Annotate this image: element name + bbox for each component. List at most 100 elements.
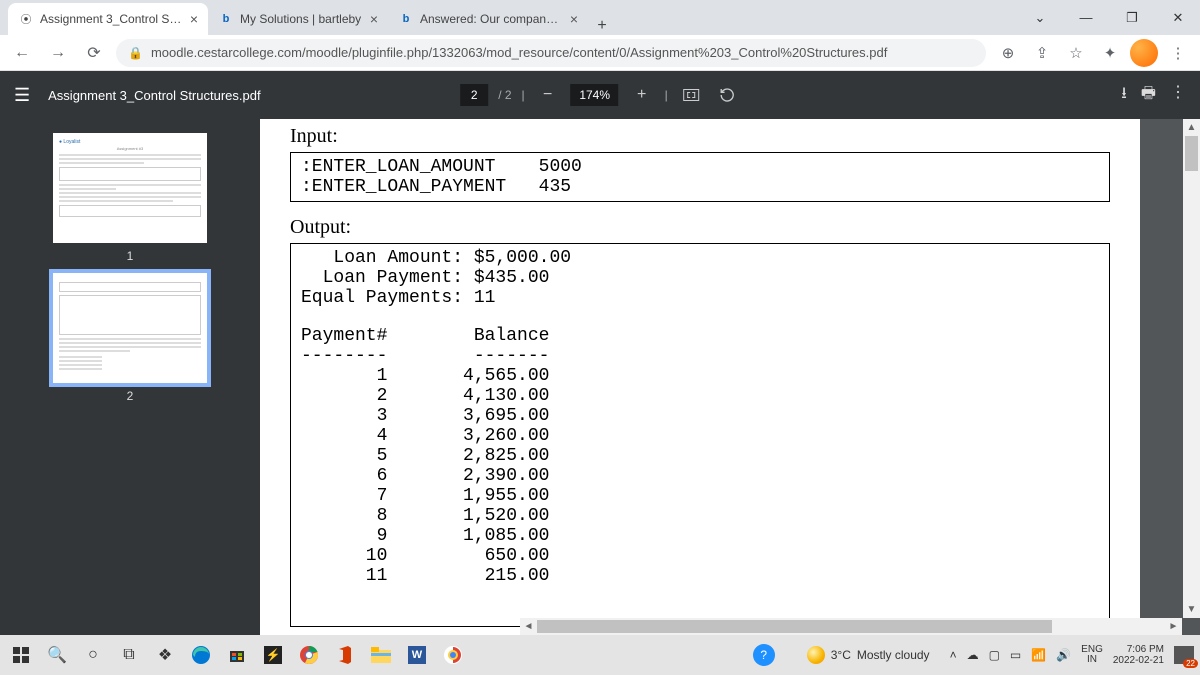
horizontal-scrollbar[interactable]: ◄ ► [520,618,1182,635]
start-button[interactable] [6,640,36,670]
app-icon-2[interactable] [438,640,468,670]
lock-icon: 🔒 [128,46,143,60]
volume-icon[interactable]: 🔊 [1056,648,1071,662]
ms-store-icon[interactable] [222,640,252,670]
scroll-left-icon[interactable]: ◄ [520,621,537,632]
vertical-scrollbar[interactable]: ▲ ▼ [1183,119,1200,618]
scroll-handle[interactable] [1185,136,1198,171]
favicon-generic-icon: ⦿ [18,11,34,27]
sun-icon [807,646,825,664]
pdf-toolbar: ☰ Assignment 3_Control Structures.pdf / … [0,71,1200,119]
close-window-button[interactable]: ✕ [1156,0,1200,35]
close-icon[interactable]: × [190,11,198,27]
profile-avatar[interactable] [1130,39,1158,67]
weather-desc: Mostly cloudy [857,648,930,662]
url-text: moodle.cestarcollege.com/moodle/pluginfi… [151,45,887,60]
fit-page-button[interactable] [678,82,704,108]
onedrive-icon[interactable]: ☁ [967,648,979,662]
thumbnail-number: 2 [0,389,260,403]
tab-assignment[interactable]: ⦿ Assignment 3_Control Structures × [8,3,208,35]
rotate-button[interactable] [714,82,740,108]
close-icon[interactable]: × [370,11,378,27]
system-tray: ˄ ☁ ▢ ▭ 📶 🔊 ENGIN 7:06 PM2022-02-21 22 [950,644,1194,666]
tab-title: Assignment 3_Control Structures [40,12,184,26]
cortana-icon[interactable]: ○ [78,640,108,670]
favicon-b-icon: b [398,11,414,27]
tab-title: My Solutions | bartleby [240,12,364,26]
language-indicator[interactable]: ENGIN [1081,645,1103,665]
maximize-button[interactable]: ❐ [1110,0,1154,35]
document-title: Assignment 3_Control Structures.pdf [48,88,260,103]
share-icon[interactable]: ⇪ [1028,39,1056,67]
office-icon[interactable] [330,640,360,670]
weather-temp: 3°C [831,648,851,662]
reload-button[interactable]: ⟳ [80,39,108,67]
scroll-up-icon[interactable]: ▲ [1183,119,1200,136]
download-button[interactable]: ⭳ [1121,82,1127,109]
tab-bartleby-answered[interactable]: b Answered: Our company provide × [388,3,588,35]
notifications-icon[interactable]: 22 [1174,646,1194,664]
search-icon[interactable]: 🔍 [42,640,72,670]
tab-bartleby-solutions[interactable]: b My Solutions | bartleby × [208,3,388,35]
pdf-viewer: ● Loyalist Assignment #3 1 [0,119,1200,635]
edge-icon[interactable] [186,640,216,670]
more-actions-button[interactable]: ⋮ [1170,82,1186,109]
battery-icon[interactable]: ▭ [1010,648,1021,662]
address-bar: ← → ⟳ 🔒 moodle.cestarcollege.com/moodle/… [0,35,1200,71]
pdf-page: Input: :ENTER_LOAN_AMOUNT 5000 :ENTER_LO… [260,119,1140,635]
new-tab-button[interactable]: + [588,17,616,35]
output-table-header: Payment# Balance -------- ------- [301,326,1099,366]
windows-taskbar: 🔍 ○ ⧉ ❖ ⚡ W ? 3°C Mostly cloudy ˄ ☁ ▢ ▭ … [0,635,1200,675]
output-table-rows: 1 4,565.00 2 4,130.00 3 3,695.00 4 3,260… [301,366,1099,586]
notification-badge: 22 [1183,659,1198,668]
app-icon[interactable]: ⚡ [258,640,288,670]
meet-now-icon[interactable]: ▢ [989,648,1000,662]
browser-tab-strip: ⦿ Assignment 3_Control Structures × b My… [0,0,1200,35]
zoom-out-button[interactable]: − [535,82,561,108]
favicon-b-icon: b [218,11,234,27]
thumbnail-number: 1 [0,249,260,263]
explorer-icon[interactable] [366,640,396,670]
zoom-level[interactable]: 174% [571,84,619,106]
tray-chevron-icon[interactable]: ˄ [950,648,957,662]
forward-button[interactable]: → [44,39,72,67]
zoom-in-button[interactable]: + [629,82,655,108]
minimize-button[interactable]: — [1064,0,1108,35]
thumbnail-sidebar: ● Loyalist Assignment #3 1 [0,119,260,635]
menu-icon[interactable]: ⋮ [1164,39,1192,67]
task-view-icon[interactable]: ⧉ [114,640,144,670]
tab-title: Answered: Our company provide [420,12,564,26]
page-content-area[interactable]: Input: :ENTER_LOAN_AMOUNT 5000 :ENTER_LO… [260,119,1200,635]
chrome-icon[interactable] [294,640,324,670]
scroll-handle[interactable] [537,620,1052,633]
word-icon[interactable]: W [402,640,432,670]
output-heading: Output: [290,216,1110,239]
bookmark-icon[interactable]: ☆ [1062,39,1090,67]
dropbox-icon[interactable]: ❖ [150,640,180,670]
scroll-right-icon[interactable]: ► [1165,621,1182,632]
input-text: :ENTER_LOAN_AMOUNT 5000 :ENTER_LOAN_PAYM… [301,157,1099,197]
page-thumbnail-2[interactable] [53,273,207,383]
page-total: / 2 [498,88,511,102]
scroll-down-icon[interactable]: ▼ [1183,601,1200,618]
sidebar-toggle-button[interactable]: ☰ [14,85,30,106]
clock[interactable]: 7:06 PM2022-02-21 [1113,644,1164,666]
window-controls: ⌄ — ❐ ✕ [1018,0,1200,35]
print-button[interactable]: 🖶 [1141,82,1156,109]
output-box: Loan Amount: $5,000.00 Loan Payment: $43… [290,243,1110,627]
close-icon[interactable]: × [570,11,578,27]
separator: | [522,88,525,102]
page-thumbnail-1[interactable]: ● Loyalist Assignment #3 [53,133,207,243]
weather-widget[interactable]: ? 3°C Mostly cloudy [753,644,930,666]
separator: | [665,88,668,102]
extensions-icon[interactable]: ✦ [1096,39,1124,67]
zoom-indicator-icon[interactable]: ⊕ [994,39,1022,67]
input-heading: Input: [290,125,1110,148]
output-summary: Loan Amount: $5,000.00 Loan Payment: $43… [301,248,1099,308]
tabs-chevron-icon[interactable]: ⌄ [1018,0,1062,35]
back-button[interactable]: ← [8,39,36,67]
wifi-icon[interactable]: 📶 [1031,648,1046,662]
input-box: :ENTER_LOAN_AMOUNT 5000 :ENTER_LOAN_PAYM… [290,152,1110,202]
page-number-input[interactable] [460,84,488,106]
url-field[interactable]: 🔒 moodle.cestarcollege.com/moodle/plugin… [116,39,986,67]
